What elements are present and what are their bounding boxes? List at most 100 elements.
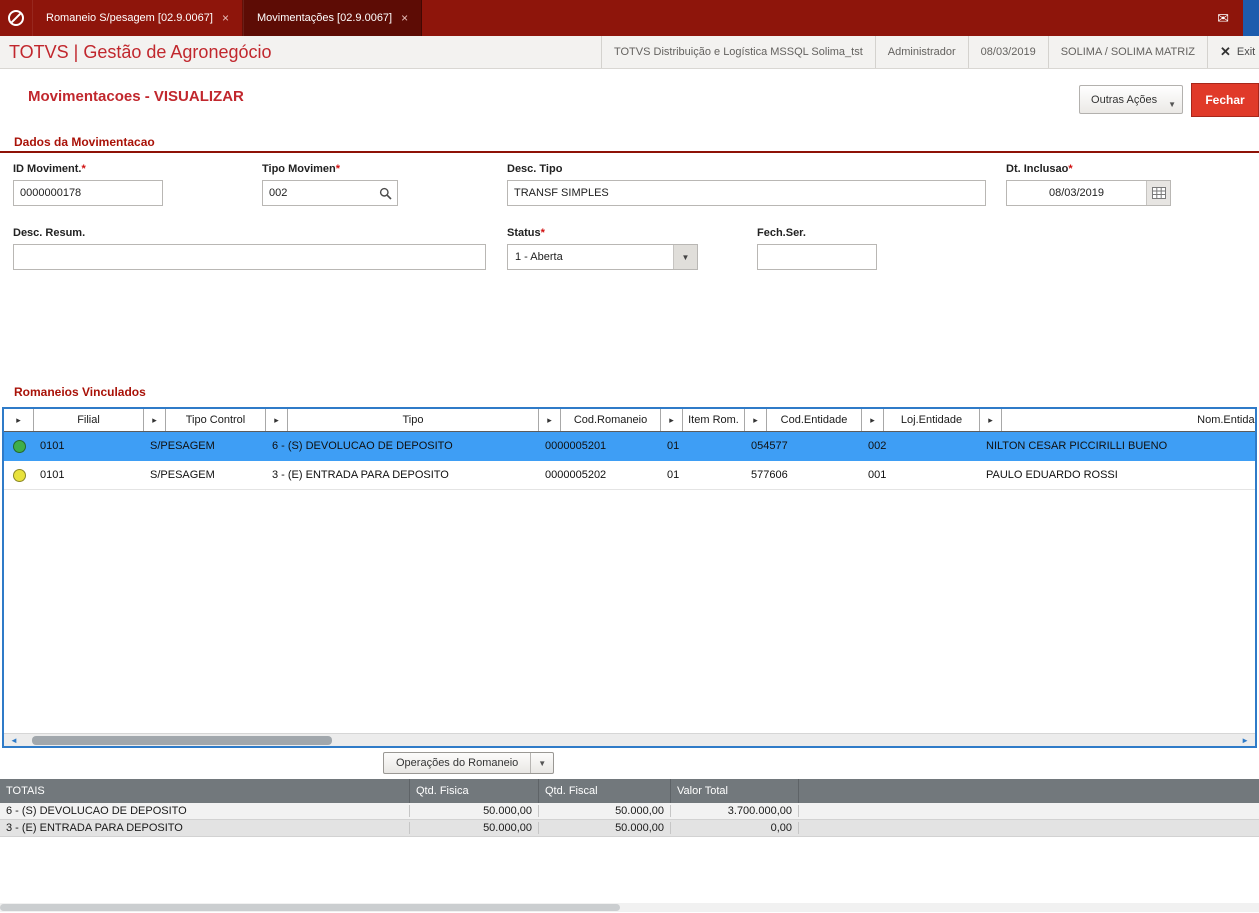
scroll-left-icon[interactable]: ◄: [10, 734, 18, 746]
company-label: SOLIMA / SOLIMA MATRIZ: [1047, 36, 1207, 68]
totals-qtd-fisica: 50.000,00: [410, 805, 539, 817]
sort-arrow-icon[interactable]: ▸: [980, 409, 1002, 431]
grid-empty-area: [4, 490, 1255, 733]
totals-qtd-fisica: 50.000,00: [410, 822, 539, 834]
dt-inclusao-label: Dt. Inclusao: [1006, 163, 1069, 175]
id-moviment-label: ID Moviment.: [13, 163, 82, 175]
totals-row: 6 - (S) DEVOLUCAO DE DEPOSITO 50.000,00 …: [0, 803, 1259, 820]
id-moviment-input[interactable]: [13, 180, 163, 206]
totals-header-filler: [799, 779, 1259, 803]
calendar-icon[interactable]: [1146, 181, 1170, 205]
app-header-info: TOTVS Distribuição e Logística MSSQL Sol…: [600, 36, 1259, 68]
section-title-romaneios: Romaneios Vinculados: [14, 385, 146, 399]
table-row[interactable]: 0101 S/PESAGEM 3 - (E) ENTRADA PARA DEPO…: [4, 461, 1255, 490]
sort-arrow-icon[interactable]: ▸: [4, 409, 34, 431]
totals-qtd-fiscal: 50.000,00: [539, 805, 671, 817]
scrollbar-thumb[interactable]: [0, 904, 620, 911]
fech-ser-input[interactable]: [757, 244, 877, 270]
col-header-tipo[interactable]: Tipo: [288, 409, 539, 431]
cell-item-rom: 01: [667, 469, 680, 481]
col-header-cod-romaneio[interactable]: Cod.Romaneio: [561, 409, 661, 431]
totals-row-label: 6 - (S) DEVOLUCAO DE DEPOSITO: [0, 805, 410, 817]
cell-cod-romaneio: 0000005201: [545, 440, 607, 452]
grid-header-row: ▸ Filial ▸ Tipo Control ▸ Tipo ▸ Cod.Rom…: [4, 409, 1255, 432]
totals-header-totais: TOTAIS: [0, 779, 410, 803]
page-horizontal-scrollbar[interactable]: [0, 903, 1259, 912]
grid-horizontal-scrollbar[interactable]: ◄ ►: [4, 733, 1255, 746]
dt-inclusao-input[interactable]: [1007, 181, 1146, 205]
totals-row: 3 - (E) ENTRADA PARA DEPOSITO 50.000,00 …: [0, 820, 1259, 837]
exit-button[interactable]: ✕ Exit: [1207, 36, 1259, 68]
tab-movimentacoes-close-icon[interactable]: ×: [401, 11, 408, 25]
cell-nom-entidade: NILTON CESAR PICCIRILLI BUENO: [986, 440, 1168, 452]
exit-label: Exit: [1236, 46, 1256, 58]
status-dot-yellow: [12, 468, 26, 482]
status-label: Status: [507, 227, 541, 239]
col-header-nom-entidade[interactable]: Nom.Entidade: [1002, 409, 1255, 431]
cell-loj-entidade: 001: [868, 469, 887, 481]
field-fech-ser: Fech.Ser.: [757, 227, 877, 270]
sort-arrow-icon[interactable]: ▸: [539, 409, 561, 431]
prohibition-icon: [0, 0, 32, 36]
sort-arrow-icon[interactable]: ▸: [661, 409, 683, 431]
required-asterisk: *: [335, 163, 341, 175]
chevron-down-icon: ▼: [1168, 100, 1176, 109]
side-panel-edge[interactable]: [1243, 0, 1259, 36]
totals-header-row: TOTAIS Qtd. Fisica Qtd. Fiscal Valor Tot…: [0, 779, 1259, 803]
tab-romaneio[interactable]: Romaneio S/pesagem [02.9.0067] ×: [32, 0, 243, 36]
totals-valor-total: 0,00: [671, 822, 799, 834]
cell-filial: 0101: [40, 469, 65, 481]
field-desc-tipo: Desc. Tipo: [507, 163, 986, 206]
cell-tipo-control: S/PESAGEM: [150, 469, 215, 481]
scroll-right-icon[interactable]: ►: [1241, 734, 1249, 746]
col-header-tipo-control[interactable]: Tipo Control: [166, 409, 266, 431]
other-actions-button[interactable]: Outras Ações ▼: [1079, 85, 1183, 114]
romaneios-grid: ▸ Filial ▸ Tipo Control ▸ Tipo ▸ Cod.Rom…: [2, 407, 1257, 748]
col-header-loj-entidade[interactable]: Loj.Entidade: [884, 409, 980, 431]
tipo-movimen-input[interactable]: [263, 181, 373, 205]
cell-tipo: 3 - (E) ENTRADA PARA DEPOSITO: [272, 469, 449, 481]
sort-arrow-icon[interactable]: ▸: [266, 409, 288, 431]
page-title: Movimentacoes - VISUALIZAR: [28, 88, 244, 105]
close-button[interactable]: Fechar: [1191, 83, 1259, 117]
mail-icon[interactable]: ✉: [1203, 0, 1243, 36]
chevron-down-icon[interactable]: ▼: [673, 245, 697, 269]
desc-tipo-input[interactable]: [507, 180, 986, 206]
status-dot-green: [12, 439, 26, 453]
fech-ser-label: Fech.Ser.: [757, 227, 806, 239]
field-desc-resum: Desc. Resum.: [13, 227, 486, 270]
app-header: TOTVS | Gestão de Agronegócio TOTVS Dist…: [0, 36, 1259, 69]
tab-movimentacoes[interactable]: Movimentações [02.9.0067] ×: [242, 0, 423, 36]
col-header-filial[interactable]: Filial: [34, 409, 144, 431]
sort-arrow-icon[interactable]: ▸: [144, 409, 166, 431]
col-header-item-rom[interactable]: Item Rom.: [683, 409, 745, 431]
cell-loj-entidade: 002: [868, 440, 887, 452]
sort-arrow-icon[interactable]: ▸: [862, 409, 884, 431]
search-icon[interactable]: [373, 181, 397, 205]
status-value: 1 - Aberta: [515, 251, 563, 263]
table-row[interactable]: 0101 S/PESAGEM 6 - (S) DEVOLUCAO DE DEPO…: [4, 432, 1255, 461]
cell-cod-romaneio: 0000005202: [545, 469, 607, 481]
cell-cod-entidade: 577606: [751, 469, 788, 481]
sort-arrow-icon[interactable]: ▸: [745, 409, 767, 431]
tab-movimentacoes-label: Movimentações [02.9.0067]: [256, 12, 393, 24]
status-combobox[interactable]: 1 - Aberta ▼: [507, 244, 698, 270]
tab-romaneio-close-icon[interactable]: ×: [222, 11, 229, 25]
field-tipo-movimen: Tipo Movimen*: [262, 163, 398, 206]
date-label: 08/03/2019: [967, 36, 1048, 68]
field-status: Status* 1 - Aberta ▼: [507, 227, 698, 270]
chevron-down-icon: ▼: [530, 753, 553, 773]
romaneio-operations-label: Operações do Romaneio: [396, 757, 519, 769]
required-asterisk: *: [540, 227, 545, 239]
cell-nom-entidade: PAULO EDUARDO ROSSI: [986, 469, 1118, 481]
desc-resum-input[interactable]: [13, 244, 486, 270]
desc-tipo-label: Desc. Tipo: [507, 163, 563, 175]
cell-tipo-control: S/PESAGEM: [150, 440, 215, 452]
scrollbar-thumb[interactable]: [32, 736, 332, 745]
field-id-moviment: ID Moviment.*: [13, 163, 163, 206]
totals-table: TOTAIS Qtd. Fisica Qtd. Fiscal Valor Tot…: [0, 779, 1259, 837]
cell-item-rom: 01: [667, 440, 680, 452]
romaneio-operations-button[interactable]: Operações do Romaneio ▼: [383, 752, 555, 774]
col-header-cod-entidade[interactable]: Cod.Entidade: [767, 409, 862, 431]
totals-header-qtd-fisica: Qtd. Fisica: [410, 779, 539, 803]
